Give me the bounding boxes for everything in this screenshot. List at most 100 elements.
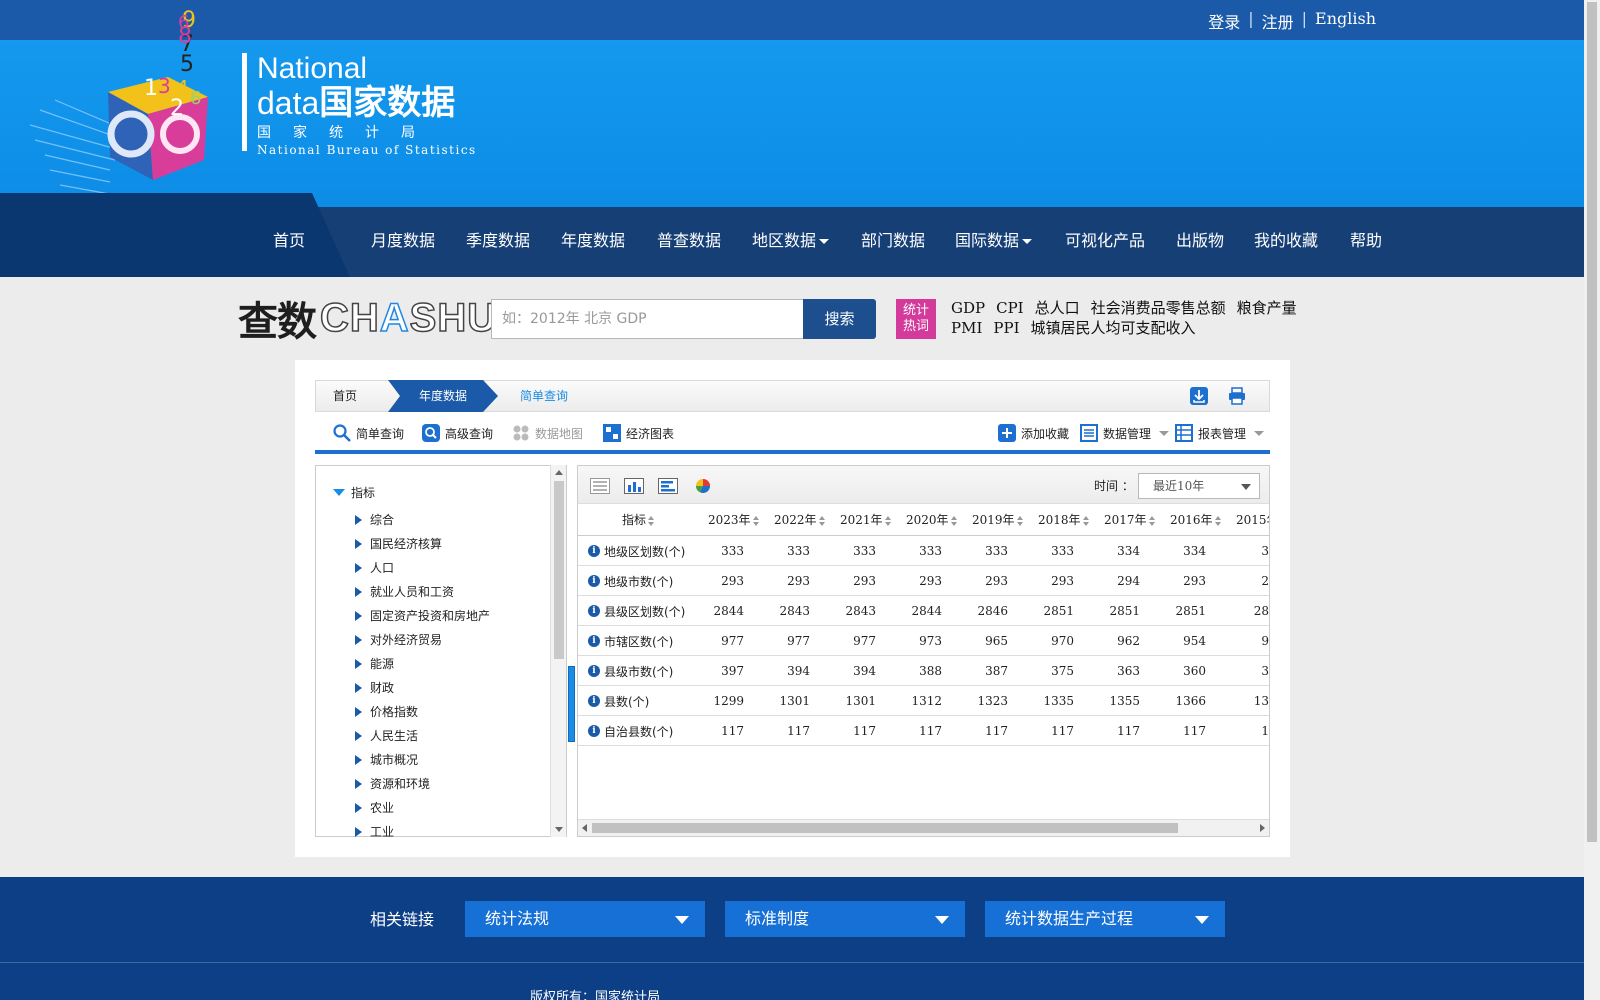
- info-icon[interactable]: i: [588, 575, 600, 587]
- row-indicator-label[interactable]: i 县数(个): [588, 686, 649, 716]
- info-icon[interactable]: i: [588, 635, 600, 647]
- bar-chart-icon[interactable]: [624, 478, 644, 494]
- nav-census[interactable]: 普查数据: [657, 227, 721, 251]
- column-header-year[interactable]: 2017年: [1104, 505, 1157, 535]
- hot-word[interactable]: CPI: [996, 299, 1024, 317]
- nav-home[interactable]: 首页: [273, 227, 305, 251]
- search-input[interactable]: 如：2012年 北京 GDP: [491, 299, 804, 339]
- scroll-down-icon[interactable]: [555, 827, 563, 832]
- site-title[interactable]: National data国家数据 国家统计局 National Bureau …: [242, 53, 477, 157]
- hot-word[interactable]: PPI: [993, 319, 1019, 337]
- tree-item[interactable]: 综合: [355, 511, 394, 528]
- pie-chart-icon[interactable]: [694, 478, 714, 494]
- table-cell: 387: [985, 664, 1008, 678]
- nav-department[interactable]: 部门数据: [861, 227, 925, 251]
- column-header-year[interactable]: 2015年: [1236, 505, 1269, 535]
- column-header-year[interactable]: 2023年: [708, 505, 761, 535]
- simple-query-tab[interactable]: 简单查询: [333, 424, 404, 442]
- standards-select[interactable]: 标准制度: [725, 901, 965, 937]
- info-icon[interactable]: i: [588, 605, 600, 617]
- tree-root[interactable]: 指标: [333, 484, 375, 501]
- info-icon[interactable]: i: [588, 695, 600, 707]
- column-header-indicator[interactable]: 指标: [622, 505, 656, 535]
- add-favorite-button[interactable]: 添加收藏: [998, 424, 1069, 442]
- tree-item[interactable]: 对外经济贸易: [355, 631, 442, 648]
- advanced-query-tab[interactable]: 高级查询: [422, 424, 493, 442]
- hot-word[interactable]: 城镇居民人均可支配收入: [1031, 319, 1196, 337]
- data-production-select[interactable]: 统计数据生产过程: [985, 901, 1225, 937]
- tree-item[interactable]: 人民生活: [355, 727, 418, 744]
- tree-item[interactable]: 城市概况: [355, 751, 418, 768]
- nav-monthly[interactable]: 月度数据: [371, 227, 435, 251]
- tree-item[interactable]: 国民经济核算: [355, 535, 442, 552]
- tree-item[interactable]: 农业: [355, 799, 394, 816]
- report-management-menu[interactable]: 报表管理: [1175, 424, 1265, 442]
- table-cell: 117: [1051, 724, 1074, 738]
- hot-word[interactable]: 社会消费品零售总额: [1091, 299, 1226, 317]
- hot-word[interactable]: PMI: [951, 319, 982, 337]
- table-view-icon[interactable]: [590, 478, 610, 494]
- english-link[interactable]: English: [1315, 9, 1376, 33]
- table-cell: 977: [787, 634, 810, 648]
- tree-item[interactable]: 价格指数: [355, 703, 418, 720]
- nav-visual-products[interactable]: 可视化产品: [1065, 227, 1145, 251]
- row-indicator-label[interactable]: i 市辖区数(个): [588, 626, 673, 656]
- hot-word[interactable]: 粮食产量: [1237, 299, 1297, 317]
- column-header-year[interactable]: 2022年: [774, 505, 827, 535]
- register-link[interactable]: 注册: [1262, 9, 1294, 33]
- download-icon[interactable]: [1190, 387, 1208, 405]
- nav-regional[interactable]: 地区数据: [752, 227, 830, 251]
- nav-international[interactable]: 国际数据: [955, 227, 1033, 251]
- nav-favorites[interactable]: 我的收藏: [1254, 227, 1318, 251]
- print-icon[interactable]: [1228, 387, 1246, 405]
- column-header-year[interactable]: 2021年: [840, 505, 893, 535]
- tree-scrollbar[interactable]: [550, 465, 566, 837]
- tree-item[interactable]: 就业人员和工资: [355, 583, 454, 600]
- nav-annual[interactable]: 年度数据: [561, 227, 625, 251]
- data-map-tab[interactable]: 数据地图: [512, 424, 583, 442]
- tree-item[interactable]: 财政: [355, 679, 394, 696]
- hot-word[interactable]: 总人口: [1035, 299, 1080, 317]
- column-header-year[interactable]: 2019年: [972, 505, 1025, 535]
- nav-help[interactable]: 帮助: [1350, 227, 1382, 251]
- scroll-right-icon[interactable]: [1260, 824, 1265, 832]
- info-icon[interactable]: i: [588, 725, 600, 737]
- info-icon[interactable]: i: [588, 545, 600, 557]
- login-link[interactable]: 登录: [1208, 9, 1240, 33]
- table-cell: 970: [1051, 634, 1074, 648]
- row-indicator-label[interactable]: i 地级市数(个): [588, 566, 673, 596]
- scrollbar-thumb[interactable]: [592, 823, 1178, 833]
- search-button[interactable]: 搜索: [803, 299, 876, 339]
- tree-item[interactable]: 工业: [355, 823, 394, 840]
- time-range-select[interactable]: 最近10年: [1138, 473, 1260, 499]
- row-indicator-label[interactable]: i 自治县数(个): [588, 716, 673, 746]
- page-scrollbar[interactable]: [1584, 0, 1600, 1000]
- pane-splitter-handle[interactable]: [568, 666, 575, 742]
- hot-words-badge: 统计 热词: [896, 299, 936, 339]
- info-icon[interactable]: i: [588, 665, 600, 677]
- row-indicator-label[interactable]: i 地级区划数(个): [588, 536, 685, 566]
- column-header-year[interactable]: 2020年: [906, 505, 959, 535]
- horizontal-bar-icon[interactable]: [658, 478, 678, 494]
- table-horizontal-scrollbar[interactable]: [578, 819, 1269, 836]
- scroll-up-icon[interactable]: [555, 470, 563, 475]
- statistical-laws-select[interactable]: 统计法规: [465, 901, 705, 937]
- tree-item[interactable]: 固定资产投资和房地产: [355, 607, 490, 624]
- breadcrumb-home[interactable]: 首页: [333, 380, 357, 412]
- nav-publications[interactable]: 出版物: [1176, 227, 1224, 251]
- column-header-year[interactable]: 2016年: [1170, 505, 1223, 535]
- tree-item[interactable]: 能源: [355, 655, 394, 672]
- tree-item[interactable]: 资源和环境: [355, 775, 430, 792]
- hot-word[interactable]: GDP: [951, 299, 985, 317]
- row-indicator-label[interactable]: i 县级市数(个): [588, 656, 673, 686]
- data-management-menu[interactable]: 数据管理: [1080, 424, 1170, 442]
- column-header-year[interactable]: 2018年: [1038, 505, 1091, 535]
- scrollbar-thumb[interactable]: [1587, 2, 1597, 842]
- tree-item[interactable]: 人口: [355, 559, 394, 576]
- economic-chart-tab[interactable]: 经济图表: [603, 424, 674, 442]
- row-indicator-label[interactable]: i 县级区划数(个): [588, 596, 685, 626]
- nav-quarterly[interactable]: 季度数据: [466, 227, 530, 251]
- scrollbar-thumb[interactable]: [554, 481, 564, 659]
- breadcrumb-annual[interactable]: 年度数据: [388, 380, 498, 412]
- scroll-left-icon[interactable]: [582, 824, 587, 832]
